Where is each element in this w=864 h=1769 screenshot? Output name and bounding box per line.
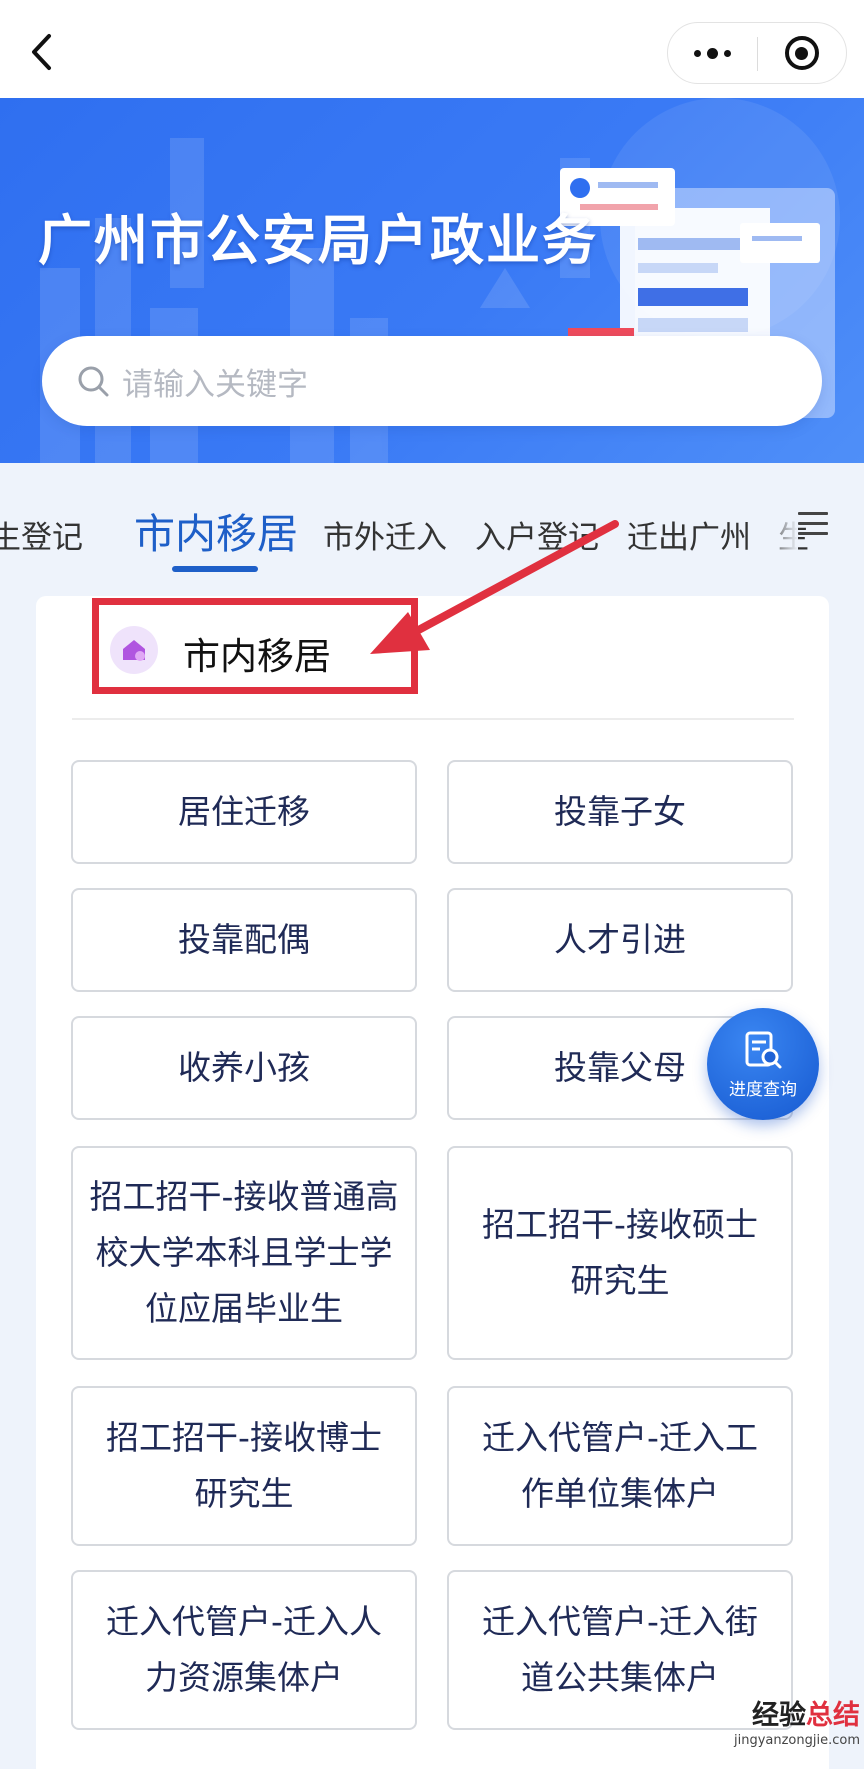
service-item[interactable]: 迁入代管户-迁入工作单位集体户 xyxy=(447,1386,793,1546)
tab-household-registration[interactable]: 入户登记 xyxy=(475,512,599,557)
tab-move-in-from-outside[interactable]: 市外迁入 xyxy=(323,512,447,557)
target-icon xyxy=(784,36,819,70)
progress-query-button[interactable]: 进度查询 xyxy=(707,1008,819,1120)
highlight-box xyxy=(92,598,418,694)
more-button[interactable] xyxy=(668,23,757,83)
document-search-icon xyxy=(745,1031,782,1068)
chevron-left-icon xyxy=(32,34,51,70)
close-button[interactable] xyxy=(757,23,846,83)
service-item[interactable]: 招工招干-接收普通高校大学本科且学士学位应届毕业生 xyxy=(71,1146,417,1360)
tab-birth-registration[interactable]: 生登记 xyxy=(0,512,83,557)
service-item[interactable]: 招工招干-接收硕士研究生 xyxy=(447,1146,793,1360)
service-item[interactable]: 投靠配偶 xyxy=(71,888,417,992)
watermark-logo-text: 经验总结 xyxy=(720,1700,860,1732)
service-item[interactable]: 投靠子女 xyxy=(447,760,793,864)
watermark: 经验总结 jingyanzongjie.com xyxy=(720,1700,860,1764)
menu-icon[interactable] xyxy=(798,512,828,542)
fab-label: 进度查询 xyxy=(729,1079,797,1100)
category-tabs: 生登记 市内移居 市外迁入 入户登记 迁出广州 生 xyxy=(0,490,864,580)
tab-move-out-guangzhou[interactable]: 迁出广州 xyxy=(627,512,751,557)
watermark-url: jingyanzongjie.com xyxy=(733,1733,860,1748)
back-button[interactable] xyxy=(22,28,62,76)
service-item[interactable]: 迁入代管户-迁入人力资源集体户 xyxy=(71,1570,417,1730)
service-item[interactable]: 招工招干-接收博士研究生 xyxy=(71,1386,417,1546)
search-icon xyxy=(78,366,109,397)
watermark-part2: 总结 xyxy=(806,1700,860,1731)
section-header: 市内移居 xyxy=(66,596,746,718)
more-dots-icon xyxy=(694,47,731,59)
service-item[interactable]: 人才引进 xyxy=(447,888,793,992)
mini-program-capsule xyxy=(667,22,847,84)
tabs-fade xyxy=(764,490,798,580)
header-divider xyxy=(72,718,794,720)
service-item[interactable]: 收养小孩 xyxy=(71,1016,417,1120)
banner-title: 广州市公安局户政业务 xyxy=(38,208,598,272)
tab-intra-city-move[interactable]: 市内移居 xyxy=(134,500,298,560)
service-item[interactable]: 居住迁移 xyxy=(71,760,417,864)
active-tab-indicator xyxy=(172,566,258,572)
service-card: 市内移居 居住迁移 投靠子女 投靠配偶 人才引进 收养小孩 投靠父母 招工招干-… xyxy=(36,596,829,1769)
watermark-part1: 经验 xyxy=(752,1700,806,1731)
search-input[interactable]: 请输入关键字 xyxy=(42,336,822,426)
search-placeholder: 请输入关键字 xyxy=(122,366,308,403)
capsule-divider xyxy=(757,37,758,71)
top-bar xyxy=(0,0,864,98)
